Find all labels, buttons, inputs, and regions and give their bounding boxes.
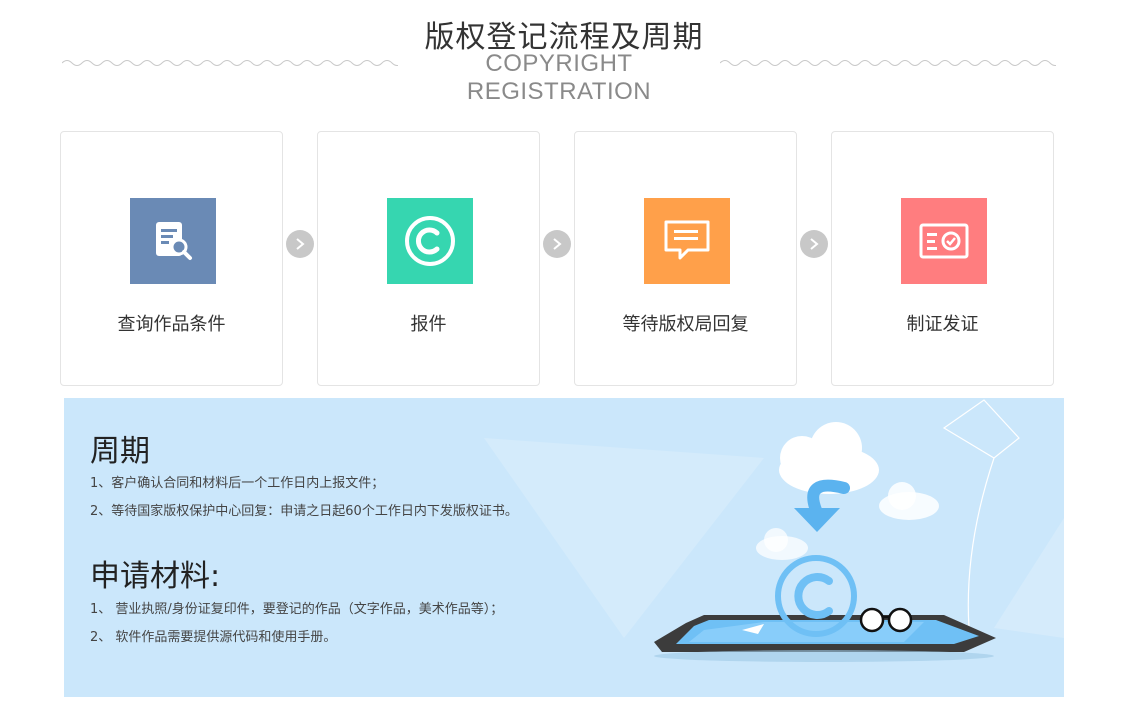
cycle-line-1: 1、客户确认合同和材料后一个工作日内上报文件； — [90, 476, 385, 491]
document-search-icon — [130, 198, 216, 284]
cycle-title: 周期 — [90, 434, 150, 469]
wave-divider-left — [62, 60, 398, 66]
step-label: 查询作品条件 — [117, 314, 226, 335]
materials-line-1: 1、 营业执照/身份证复印件，要登记的作品（文字作品，美术作品等）； — [90, 602, 504, 617]
step-label: 报件 — [410, 314, 447, 335]
step-card-certificate[interactable]: 制证发证 — [831, 131, 1054, 386]
copyright-illustration — [484, 399, 1064, 662]
step-label: 制证发证 — [906, 314, 979, 335]
step-card-query[interactable]: 查询作品条件 — [60, 131, 283, 386]
step-card-submit[interactable]: 报件 — [317, 131, 540, 386]
copyright-icon — [387, 198, 473, 284]
step-label: 等待版权局回复 — [622, 314, 749, 335]
chevron-right-icon — [543, 230, 571, 258]
certificate-icon — [901, 198, 987, 284]
page-subtitle: COPYRIGHT REGISTRATION — [400, 50, 718, 106]
message-icon — [644, 198, 730, 284]
materials-title: 申请材料: — [90, 559, 221, 594]
cycle-line-2: 2、等待国家版权保护中心回复：申请之日起60个工作日内下发版权证书。 — [90, 504, 518, 519]
materials-line-2: 2、 软件作品需要提供源代码和使用手册。 — [90, 630, 337, 645]
chevron-right-icon — [800, 230, 828, 258]
chevron-right-icon — [286, 230, 314, 258]
wave-divider-right — [720, 60, 1056, 66]
section-header: 版权登记流程及周期 COPYRIGHT REGISTRATION — [0, 0, 1128, 106]
step-card-wait[interactable]: 等待版权局回复 — [574, 131, 797, 386]
info-panel: 周期 1、客户确认合同和材料后一个工作日内上报文件； 2、等待国家版权保护中心回… — [64, 398, 1064, 697]
